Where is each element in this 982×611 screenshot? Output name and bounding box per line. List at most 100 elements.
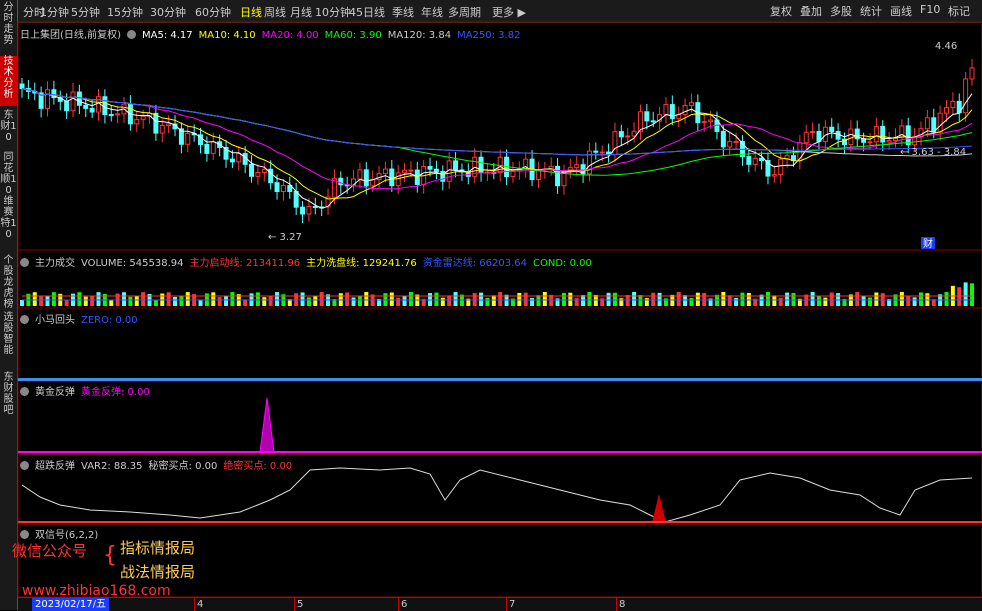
period-tab-3[interactable]: 15分钟 (107, 4, 143, 20)
candle-body (223, 146, 229, 160)
candle-body (854, 128, 860, 140)
volume-bar (326, 294, 331, 306)
volume-bar (453, 292, 458, 306)
settings-gear-icon[interactable] (126, 30, 136, 39)
settings-gear-icon[interactable] (20, 258, 29, 267)
candle-body (612, 131, 618, 156)
period-tab-13[interactable]: 多周期 (448, 4, 481, 20)
candle-body (682, 105, 688, 116)
legend-item: ZERO: 0.00 (81, 315, 138, 326)
volume-bar (797, 298, 802, 306)
candle-body (89, 107, 95, 113)
period-tab-10[interactable]: 45日线 (349, 4, 385, 20)
volume-bar (663, 298, 668, 306)
volume-bar (925, 293, 930, 306)
tool-button-6[interactable]: 标记 (948, 3, 970, 19)
sidebar-tab-6[interactable]: 选股智能 (0, 312, 17, 367)
candle-body (676, 114, 682, 120)
tool-button-2[interactable]: 多股 (830, 3, 852, 19)
left-sidebar: 分时走势技术分析东财10 同花顺10 维赛特10 个股龙虎榜选股智能东财股吧 (0, 0, 18, 610)
sidebar-tab-5[interactable]: 个股龙虎榜 (0, 255, 17, 310)
tool-button-0[interactable]: 复权 (770, 3, 792, 19)
high-price-label: 4.46 (935, 41, 957, 52)
candle-body (427, 166, 433, 170)
period-tab-5[interactable]: 60分钟 (195, 4, 231, 20)
volume-bar (109, 299, 114, 306)
volume-bar (727, 295, 732, 306)
period-tab-1[interactable]: 1分钟 (40, 4, 69, 20)
tool-button-3[interactable]: 统计 (860, 3, 882, 19)
candle-body (121, 103, 127, 115)
legend-item: 资金雷达线: 66203.64 (422, 258, 528, 269)
period-tab-2[interactable]: 5分钟 (71, 4, 100, 20)
period-tab-4[interactable]: 30分钟 (150, 4, 186, 20)
candle-body (548, 165, 554, 170)
candle-body (727, 141, 733, 148)
ma-line-5 (21, 88, 973, 209)
period-tab-12[interactable]: 年线 (421, 4, 443, 20)
legend-item: VAR2: 88.35 (81, 461, 143, 472)
settings-gear-icon[interactable] (20, 387, 29, 396)
volume-bar (338, 293, 343, 306)
chart-canvas: 4.46 ← 3.27 ← 3.63 - 3.84 财 (17, 21, 982, 598)
volume-bar (147, 293, 152, 306)
candle-body (688, 102, 694, 107)
candle-body (433, 168, 439, 172)
candle-body (255, 171, 261, 177)
sidebar-tab-3[interactable]: 同花顺10 (0, 152, 17, 196)
sidebar-tab-2[interactable]: 东财10 (0, 110, 17, 148)
volume-bar (287, 299, 292, 306)
candle-body (861, 138, 867, 143)
volume-bar (957, 287, 962, 306)
volume-bar (319, 292, 324, 306)
candle-body (459, 169, 465, 173)
volume-bar (408, 292, 413, 306)
candle-body (178, 128, 184, 145)
tool-button-1[interactable]: 叠加 (800, 3, 822, 19)
candle-body (657, 114, 663, 122)
stock-title: 日上集团(日线,前复权) (20, 30, 121, 41)
candle-body (38, 92, 44, 109)
month-tick: 5 (294, 598, 303, 611)
candle-body (76, 91, 82, 106)
volume-bar (428, 293, 433, 306)
candle-body (899, 125, 905, 138)
tool-button-4[interactable]: 画线 (890, 3, 912, 19)
sidebar-tab-1[interactable]: 技术分析 (0, 56, 17, 106)
volume-bar (549, 294, 554, 306)
period-tab-6[interactable]: 日线 (240, 4, 262, 20)
candle-body (172, 123, 178, 130)
candle-body (797, 142, 803, 162)
settings-gear-icon[interactable] (20, 461, 29, 470)
candle-body (956, 100, 962, 114)
volume-bar (351, 297, 356, 306)
candle-body (701, 121, 707, 124)
settings-gear-icon[interactable] (20, 530, 29, 539)
volume-bar (20, 300, 24, 306)
period-tab-9[interactable]: 10分钟 (315, 4, 351, 20)
panel-border-2 (17, 307, 982, 381)
candle-body (166, 123, 172, 127)
volume-bar (185, 292, 190, 306)
volume-bar (434, 292, 439, 306)
period-tab-11[interactable]: 季线 (392, 4, 414, 20)
legend-item: 主力成交 (35, 258, 75, 269)
candle-body (344, 184, 350, 187)
candle-body (198, 134, 204, 145)
sidebar-tab-4[interactable]: 维赛特10 (0, 196, 17, 246)
period-tab-14[interactable]: 更多 ▶ (492, 4, 526, 20)
buy-point-spike (652, 494, 666, 522)
period-tab-8[interactable]: 月线 (290, 4, 312, 20)
settings-gear-icon[interactable] (20, 315, 29, 324)
candle-body (892, 136, 898, 141)
volume-bar (459, 294, 464, 306)
period-tab-7[interactable]: 周线 (264, 4, 286, 20)
candle-body (867, 141, 873, 144)
candle-body (32, 90, 38, 94)
tool-button-5[interactable]: F10 (920, 3, 940, 16)
candle-body (331, 177, 337, 198)
sidebar-tab-7[interactable]: 东财股吧 (0, 372, 17, 424)
volume-bar (867, 297, 872, 306)
sidebar-tab-0[interactable]: 分时走势 (0, 2, 17, 52)
candle-body (625, 135, 631, 138)
